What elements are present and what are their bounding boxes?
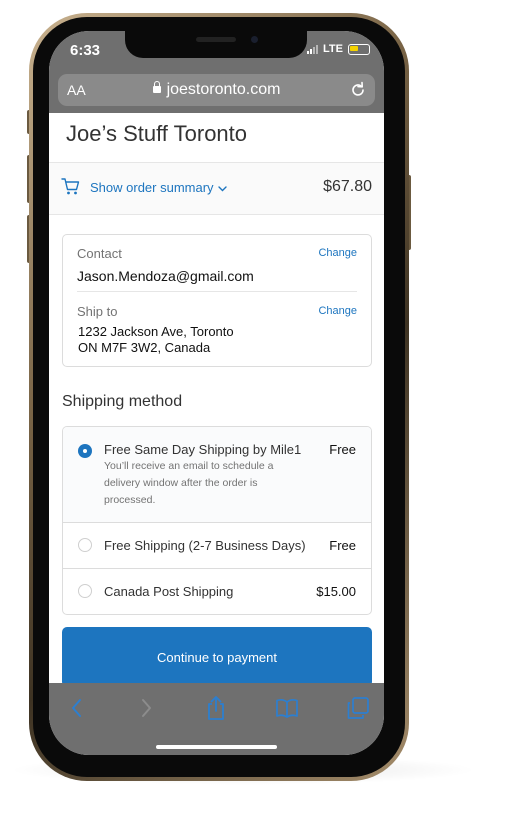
shipping-method-heading: Shipping method bbox=[62, 393, 183, 410]
network-label: LTE bbox=[323, 43, 343, 55]
lock-icon bbox=[152, 81, 161, 93]
bookmarks-icon[interactable] bbox=[275, 698, 299, 718]
shipping-option-price: Free bbox=[329, 538, 356, 553]
notch bbox=[125, 31, 307, 58]
front-camera bbox=[251, 36, 258, 43]
forward-icon[interactable] bbox=[138, 697, 154, 719]
contact-value: Jason.Mendoza@gmail.com bbox=[77, 268, 254, 284]
continue-to-payment-button[interactable]: Continue to payment bbox=[62, 627, 372, 687]
safari-top-bar: 6:33 LTE AA joestoronto.com bbox=[49, 31, 384, 113]
shipping-option-price: $15.00 bbox=[316, 584, 356, 599]
contact-ship-review-box: Contact Change Jason.Mendoza@gmail.com S… bbox=[62, 234, 372, 367]
address-bar[interactable]: AA joestoronto.com bbox=[58, 74, 375, 106]
divider bbox=[77, 291, 357, 292]
show-order-summary-link[interactable]: Show order summary bbox=[90, 180, 227, 195]
phone-screen: 6:33 LTE AA joestoronto.com Joe’s Stuff … bbox=[49, 31, 384, 755]
change-contact-link[interactable]: Change bbox=[318, 247, 357, 259]
shipping-option-name: Free Same Day Shipping by Mile1 bbox=[104, 442, 302, 457]
checkout-page: Joe’s Stuff Toronto Show order summary $… bbox=[49, 113, 384, 687]
tabs-icon[interactable] bbox=[346, 696, 370, 720]
status-time: 6:33 bbox=[70, 42, 101, 59]
ship-to-address-line1: 1232 Jackson Ave, Toronto bbox=[78, 324, 234, 339]
shipping-option-price: Free bbox=[329, 442, 356, 457]
url-display[interactable]: joestoronto.com bbox=[58, 81, 375, 99]
order-total: $67.80 bbox=[323, 178, 372, 195]
speaker-grille bbox=[196, 37, 236, 42]
shipping-option-name: Canada Post Shipping bbox=[104, 584, 234, 599]
safari-bottom-toolbar bbox=[49, 683, 384, 755]
contact-label: Contact bbox=[77, 246, 122, 261]
show-order-summary-label: Show order summary bbox=[90, 180, 214, 195]
shipping-option-canada-post[interactable]: Canada Post Shipping $15.00 bbox=[63, 569, 371, 614]
battery-icon bbox=[348, 43, 370, 55]
radio-unselected[interactable] bbox=[78, 538, 92, 552]
shipping-option-free-2-7-days[interactable]: Free Shipping (2-7 Business Days) Free bbox=[63, 523, 371, 568]
order-summary-toggle[interactable]: Show order summary $67.80 bbox=[49, 162, 384, 215]
home-indicator bbox=[156, 745, 277, 749]
reload-icon[interactable] bbox=[348, 80, 368, 100]
shipping-options-box: Free Same Day Shipping by Mile1 Free You… bbox=[62, 426, 372, 615]
radio-selected[interactable] bbox=[78, 444, 92, 458]
back-icon[interactable] bbox=[69, 697, 85, 719]
signal-icon bbox=[307, 44, 319, 54]
cart-icon bbox=[61, 178, 80, 195]
status-indicators: LTE bbox=[307, 43, 370, 55]
share-icon[interactable] bbox=[205, 695, 227, 721]
radio-unselected[interactable] bbox=[78, 584, 92, 598]
chevron-down-icon bbox=[218, 186, 227, 192]
change-ship-to-link[interactable]: Change bbox=[318, 305, 357, 317]
ship-to-label: Ship to bbox=[77, 304, 118, 319]
ship-to-address-line2: ON M7F 3W2, Canada bbox=[78, 340, 211, 355]
shipping-option-description: You’ll receive an email to schedule a de… bbox=[104, 460, 274, 506]
shipping-option-mile1[interactable]: Free Same Day Shipping by Mile1 Free You… bbox=[63, 427, 371, 522]
page-title: Joe’s Stuff Toronto bbox=[66, 121, 248, 146]
url-text: joestoronto.com bbox=[166, 81, 281, 98]
shipping-option-name: Free Shipping (2-7 Business Days) bbox=[104, 538, 306, 553]
